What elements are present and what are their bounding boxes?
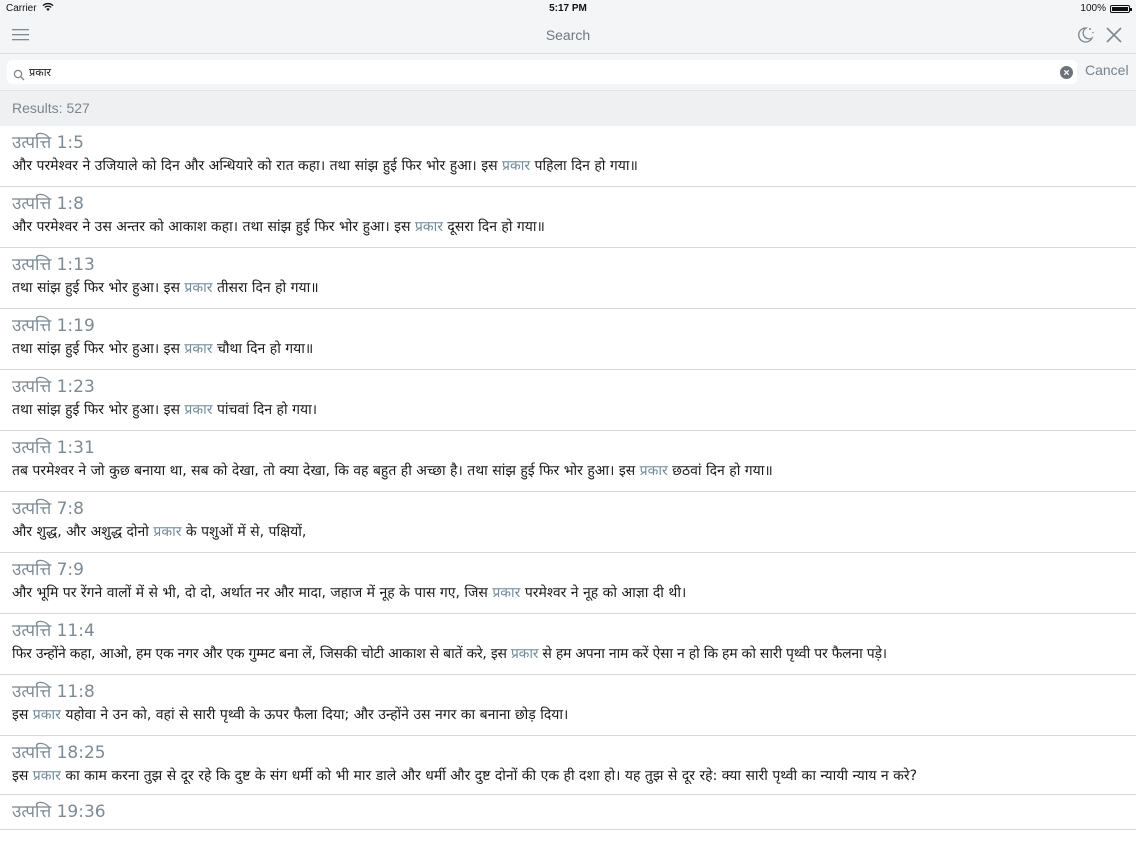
verse-reference: उत्पत्ति 11:8 bbox=[12, 682, 95, 702]
verse-reference: उत्पत्ति 18:25 bbox=[12, 743, 106, 763]
result-item[interactable]: उत्पत्ति 1:23 तथा सांझ हुई फिर भोर हुआ। … bbox=[0, 370, 1136, 431]
nav-bar: Search bbox=[0, 17, 1136, 54]
result-item[interactable]: उत्पत्ति 11:8 इस प्रकार यहोवा ने उन को, … bbox=[0, 675, 1136, 736]
verse-text: फिर उन्होंने कहा, आओ, हम एक नगर और एक गु… bbox=[12, 646, 887, 662]
verse-text: और शुद्ध, और अशुद्ध दोनो प्रकार के पशुओं… bbox=[12, 524, 307, 540]
verse-text: और परमेश्वर ने उजियाले को दिन और अन्धिया… bbox=[12, 158, 638, 174]
verse-reference: उत्पत्ति 11:4 bbox=[12, 621, 95, 641]
verse-text: और भूमि पर रेंगने वालों में से भी, दो दो… bbox=[12, 585, 687, 601]
battery-percent: 100% bbox=[1080, 3, 1106, 14]
search-match: प्रकार bbox=[492, 585, 521, 601]
results-count: Results: 527 bbox=[12, 100, 90, 116]
page-title: Search bbox=[545, 27, 591, 43]
search-input[interactable] bbox=[29, 62, 1049, 82]
battery-icon bbox=[1110, 5, 1132, 13]
search-match: प्रकार bbox=[32, 707, 61, 723]
verse-text: इस प्रकार यहोवा ने उन को, वहां से सारी प… bbox=[12, 707, 569, 723]
verse-reference: उत्पत्ति 1:23 bbox=[12, 377, 95, 397]
result-item[interactable]: उत्पत्ति 1:13 तथा सांझ हुई फिर भोर हुआ। … bbox=[0, 248, 1136, 309]
clock: 5:17 PM bbox=[549, 3, 587, 14]
search-match: प्रकार bbox=[153, 524, 182, 540]
search-match: प्रकार bbox=[184, 341, 213, 357]
search-match: प्रकार bbox=[510, 646, 539, 662]
result-item[interactable]: उत्पत्ति 7:8 और शुद्ध, और अशुद्ध दोनो प्… bbox=[0, 492, 1136, 553]
search-match: प्रकार bbox=[639, 463, 668, 479]
verse-text: तथा सांझ हुई फिर भोर हुआ। इस प्रकार चौथा… bbox=[12, 341, 314, 357]
result-item[interactable]: उत्पत्ति 1:5 और परमेश्वर ने उजियाले को द… bbox=[0, 126, 1136, 187]
verse-reference: उत्पत्ति 7:8 bbox=[12, 499, 84, 519]
verse-reference: उत्पत्ति 19:36 bbox=[12, 802, 106, 822]
verse-reference: उत्पत्ति 1:31 bbox=[12, 438, 95, 458]
result-item[interactable]: उत्पत्ति 1:19 तथा सांझ हुई फिर भोर हुआ। … bbox=[0, 309, 1136, 370]
verse-text: तब परमेश्वर ने जो कुछ बनाया था, सब को दे… bbox=[12, 463, 773, 479]
search-field[interactable] bbox=[7, 60, 1077, 84]
result-item[interactable]: उत्पत्ति 1:8 और परमेश्वर ने उस अन्तर को … bbox=[0, 187, 1136, 248]
search-row: Cancel bbox=[0, 54, 1136, 91]
verse-reference: उत्पत्ति 7:9 bbox=[12, 560, 84, 580]
cancel-button[interactable]: Cancel bbox=[1085, 62, 1129, 78]
search-match: प्रकार bbox=[32, 768, 61, 784]
result-item[interactable]: उत्पत्ति 19:36 bbox=[0, 795, 1136, 830]
search-match: प्रकार bbox=[501, 158, 531, 174]
search-match: प्रकार bbox=[414, 219, 443, 235]
status-bar: Carrier 5:17 PM 100% bbox=[0, 0, 1136, 17]
results-list[interactable]: उत्पत्ति 1:5 और परमेश्वर ने उजियाले को द… bbox=[0, 126, 1136, 852]
result-item[interactable]: उत्पत्ति 7:9 और भूमि पर रेंगने वालों में… bbox=[0, 553, 1136, 614]
close-icon[interactable] bbox=[1103, 24, 1125, 46]
search-match: प्रकार bbox=[184, 280, 213, 296]
search-match: प्रकार bbox=[184, 402, 213, 418]
results-header: Results: 527 bbox=[0, 91, 1136, 126]
verse-text: तथा सांझ हुई फिर भोर हुआ। इस प्रकार तीसर… bbox=[12, 280, 319, 296]
verse-reference: उत्पत्ति 1:19 bbox=[12, 316, 95, 336]
verse-text: तथा सांझ हुई फिर भोर हुआ। इस प्रकार पांच… bbox=[12, 402, 318, 418]
verse-reference: उत्पत्ति 1:5 bbox=[12, 133, 84, 153]
result-item[interactable]: उत्पत्ति 18:25 इस प्रकार का काम करना तुझ… bbox=[0, 736, 1136, 795]
search-icon bbox=[13, 66, 25, 81]
verse-text: और परमेश्वर ने उस अन्तर को आकाश कहा। तथा… bbox=[12, 219, 545, 235]
verse-reference: उत्पत्ति 1:13 bbox=[12, 255, 95, 275]
result-item[interactable]: उत्पत्ति 1:31 तब परमेश्वर ने जो कुछ बनाय… bbox=[0, 431, 1136, 492]
menu-icon[interactable] bbox=[10, 26, 32, 44]
verse-reference: उत्पत्ति 1:8 bbox=[12, 194, 84, 214]
verse-text: इस प्रकार का काम करना तुझ से दूर रहे कि … bbox=[12, 768, 918, 784]
clear-icon[interactable] bbox=[1060, 66, 1073, 79]
night-mode-icon[interactable] bbox=[1074, 24, 1096, 46]
result-item[interactable]: उत्पत्ति 11:4 फिर उन्होंने कहा, आओ, हम ए… bbox=[0, 614, 1136, 675]
